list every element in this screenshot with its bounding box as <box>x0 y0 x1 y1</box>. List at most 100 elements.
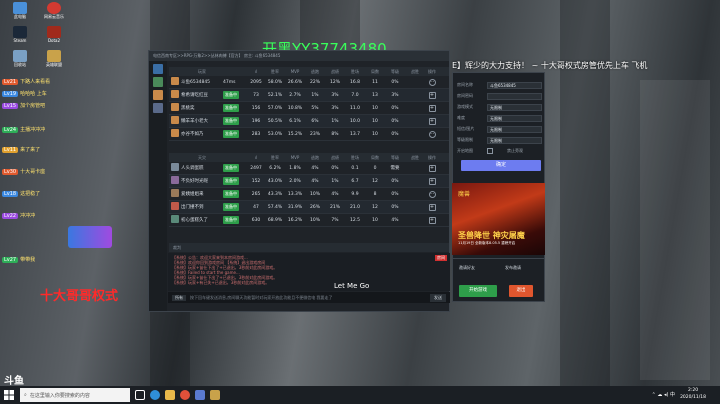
desktop-icon[interactable]: Dota2 <box>36 26 72 48</box>
setting-row: 开启地图 禁止旁观 <box>457 147 542 155</box>
cell: 11 <box>372 79 378 85</box>
confirm-button[interactable]: 确定 <box>461 160 541 171</box>
table-row[interactable]: 黑桃奕 准备中 156 57.0% 10.8% 5% 3% 11.0 10 0% + <box>169 102 449 115</box>
cell: 0% <box>391 191 399 197</box>
header-cell: 战绩 <box>331 154 339 160</box>
chat-text: 加个房管吧 <box>20 103 46 109</box>
player-name: 亦谷不如乃 <box>181 132 204 137</box>
start-game-button[interactable]: 开始游戏 <box>459 285 497 297</box>
cell: 10% <box>309 217 320 223</box>
add-friend-icon[interactable]: + <box>428 203 436 211</box>
player-name: 不负好时光呢 <box>181 179 208 184</box>
cell: 10 <box>372 118 378 124</box>
log-badge[interactable]: 房间 <box>435 255 447 261</box>
add-friend-icon[interactable]: + <box>428 164 436 172</box>
desktop-icon[interactable]: Steam <box>2 26 38 48</box>
add-friend-icon[interactable]: + <box>428 104 436 112</box>
cell: 0% <box>391 79 399 85</box>
chat-input[interactable]: 按下回车键发送消息,房间聊天功能暂时对玩家开放此功能且不便微信电 我要走了 <box>190 295 333 301</box>
add-friend-icon[interactable]: + <box>428 91 436 99</box>
table-row[interactable]: 出门撞不到 准备中 47 57.4% 31.9% 26% 21% 21.0 12 0% + <box>169 201 449 214</box>
mode-select[interactable]: 无限制 <box>487 103 542 111</box>
room-name-field[interactable]: 斗鱼6534845 <box>487 81 542 89</box>
cell: 196 <box>251 118 261 124</box>
table-row[interactable]: 人头调蛋糕 准备中 2497 6.2% 1.8% 4% 0% 0.1 0 需要 + <box>169 162 449 175</box>
difficulty-select[interactable]: 无限制 <box>487 114 542 122</box>
chat-message: Lv22 冲冲冲 <box>2 212 35 219</box>
desktop-icon[interactable]: 回收站 <box>2 50 38 72</box>
game-app-icon[interactable] <box>210 390 220 400</box>
level-select[interactable]: 无限制 <box>487 136 542 144</box>
cell: 10.0 <box>349 118 361 124</box>
map-checkbox[interactable] <box>487 148 493 154</box>
spectate-checkbox-label[interactable]: 禁止旁观 <box>507 148 523 154</box>
cell: 0% <box>331 165 339 171</box>
desktop-icon[interactable]: 英雄联盟 <box>36 50 72 72</box>
cell: 7% <box>331 217 339 223</box>
setting-row: 游戏模式 无限制 <box>457 103 542 111</box>
cell: 10 <box>372 217 378 223</box>
chat-text: 下路人来看看 <box>20 79 51 85</box>
cell: 53.0% <box>267 131 283 137</box>
clock[interactable]: 2:20 2020/11/18 <box>680 387 706 401</box>
invite-friend-button[interactable]: 邀请好友 <box>459 265 475 271</box>
header-cell: 逃跑 <box>311 154 319 160</box>
scope-select[interactable]: 所有 <box>172 294 186 301</box>
more-icon[interactable]: ⋯ <box>428 78 436 86</box>
desktop-icon[interactable]: 网易云音乐 <box>36 2 72 24</box>
quit-button[interactable]: 退出 <box>509 285 533 297</box>
table-row[interactable]: 懒羊羊小老大 准备中 196 50.5% 6.1% 6% 1% 10.0 10 0% + <box>169 115 449 128</box>
game-platform-icon[interactable] <box>195 390 205 400</box>
file-explorer-icon[interactable] <box>165 390 175 400</box>
cell: 10.8% <box>287 105 303 111</box>
shop-icon[interactable] <box>153 90 163 100</box>
table-row[interactable]: 斗鱼6534845 47ms 2095 58.0% 26.6% 22% 12% 16.8 11 0… <box>169 76 449 89</box>
edge-icon[interactable] <box>150 390 160 400</box>
team2-rows: 人头调蛋糕 准备中 2497 6.2% 1.8% 4% 0% 0.1 0 需要 + 不负好时光呢 准备… <box>169 162 449 227</box>
table-row[interactable]: 亦谷不如乃 准备中 283 53.0% 15.2% 23% 8% 13.7 10 0% ⋯ <box>169 128 449 141</box>
avatar <box>171 77 179 85</box>
password-field[interactable] <box>487 92 542 100</box>
task-view-icon[interactable] <box>135 390 145 400</box>
game-ad-banner[interactable]: 魔兽 圣兽降世 神灾屠魔 11月19日 全新版本8.05.5 重磅开启 <box>452 183 545 255</box>
table-row[interactable]: 希希请吃红豆 准备中 73 52.1% 2.7% 1% 3% 7.0 13 3% + <box>169 89 449 102</box>
chat-text: 来了来了 <box>20 147 41 153</box>
send-button[interactable]: 发送 <box>430 293 446 302</box>
more-icon[interactable]: ⋯ <box>428 130 436 138</box>
sms-select[interactable]: 无限制 <box>487 125 542 133</box>
desktop-icon-label: Dota2 <box>47 38 61 43</box>
chat-icon[interactable] <box>153 103 163 113</box>
player-name: 初心蛋糕久了 <box>181 218 208 223</box>
clock-time: 2:20 <box>687 388 699 393</box>
rock-texture <box>640 80 710 380</box>
table-row[interactable]: 爱姨姐姐来 准备中 265 43.3% 13.3% 10% 4% 9.9 8 0% ⋯ <box>169 188 449 201</box>
cell: 13.3% <box>287 191 303 197</box>
user-icon[interactable] <box>153 77 163 87</box>
publish-invite-button[interactable]: 发布邀请 <box>505 265 521 271</box>
home-icon[interactable] <box>153 64 163 74</box>
ad-subtitle: 11月19日 全新版本8.05.5 重磅开启 <box>458 241 516 245</box>
add-friend-icon[interactable]: + <box>428 177 436 185</box>
taskbar-search-input[interactable]: ⌕ 在这里输入你要搜索的内容 <box>20 388 130 402</box>
cell: 26.6% <box>287 79 303 85</box>
table-row[interactable]: 不负好时光呢 准备中 152 43.0% 2.0% 4% 1% 6.7 12 0% + <box>169 175 449 188</box>
add-friend-icon[interactable]: + <box>428 117 436 125</box>
windows-start-icon[interactable] <box>0 386 18 404</box>
cell: 12% <box>329 79 340 85</box>
table-row[interactable]: 初心蛋糕久了 准备中 630 68.9% 16.2% 10% 7% 12.5 10 4% + <box>169 214 449 227</box>
chat-input-bar[interactable]: 所有 按下回车键发送消息,房间聊天功能暂时对玩家开放此功能且不便微信电 我要走了… <box>168 292 450 303</box>
system-tray[interactable]: ⌃ ☁ ◂) 中 <box>652 391 675 398</box>
cell: 3% <box>391 92 399 98</box>
desktop-icon-label: 回收站 <box>14 62 26 67</box>
cell: 12 <box>372 178 378 184</box>
more-icon[interactable]: ⋯ <box>428 190 436 198</box>
header-cell: 战绩 <box>331 68 339 74</box>
chat-text: 哈哈哈 上车 <box>20 91 47 97</box>
search-icon: ⌕ <box>24 392 27 398</box>
cell: 152 <box>251 178 261 184</box>
desktop-icon[interactable]: 此电脑 <box>2 2 38 24</box>
cell: 43.0% <box>267 178 283 184</box>
cell: 6% <box>311 118 319 124</box>
add-friend-icon[interactable]: + <box>428 216 436 224</box>
chrome-icon[interactable] <box>180 390 190 400</box>
